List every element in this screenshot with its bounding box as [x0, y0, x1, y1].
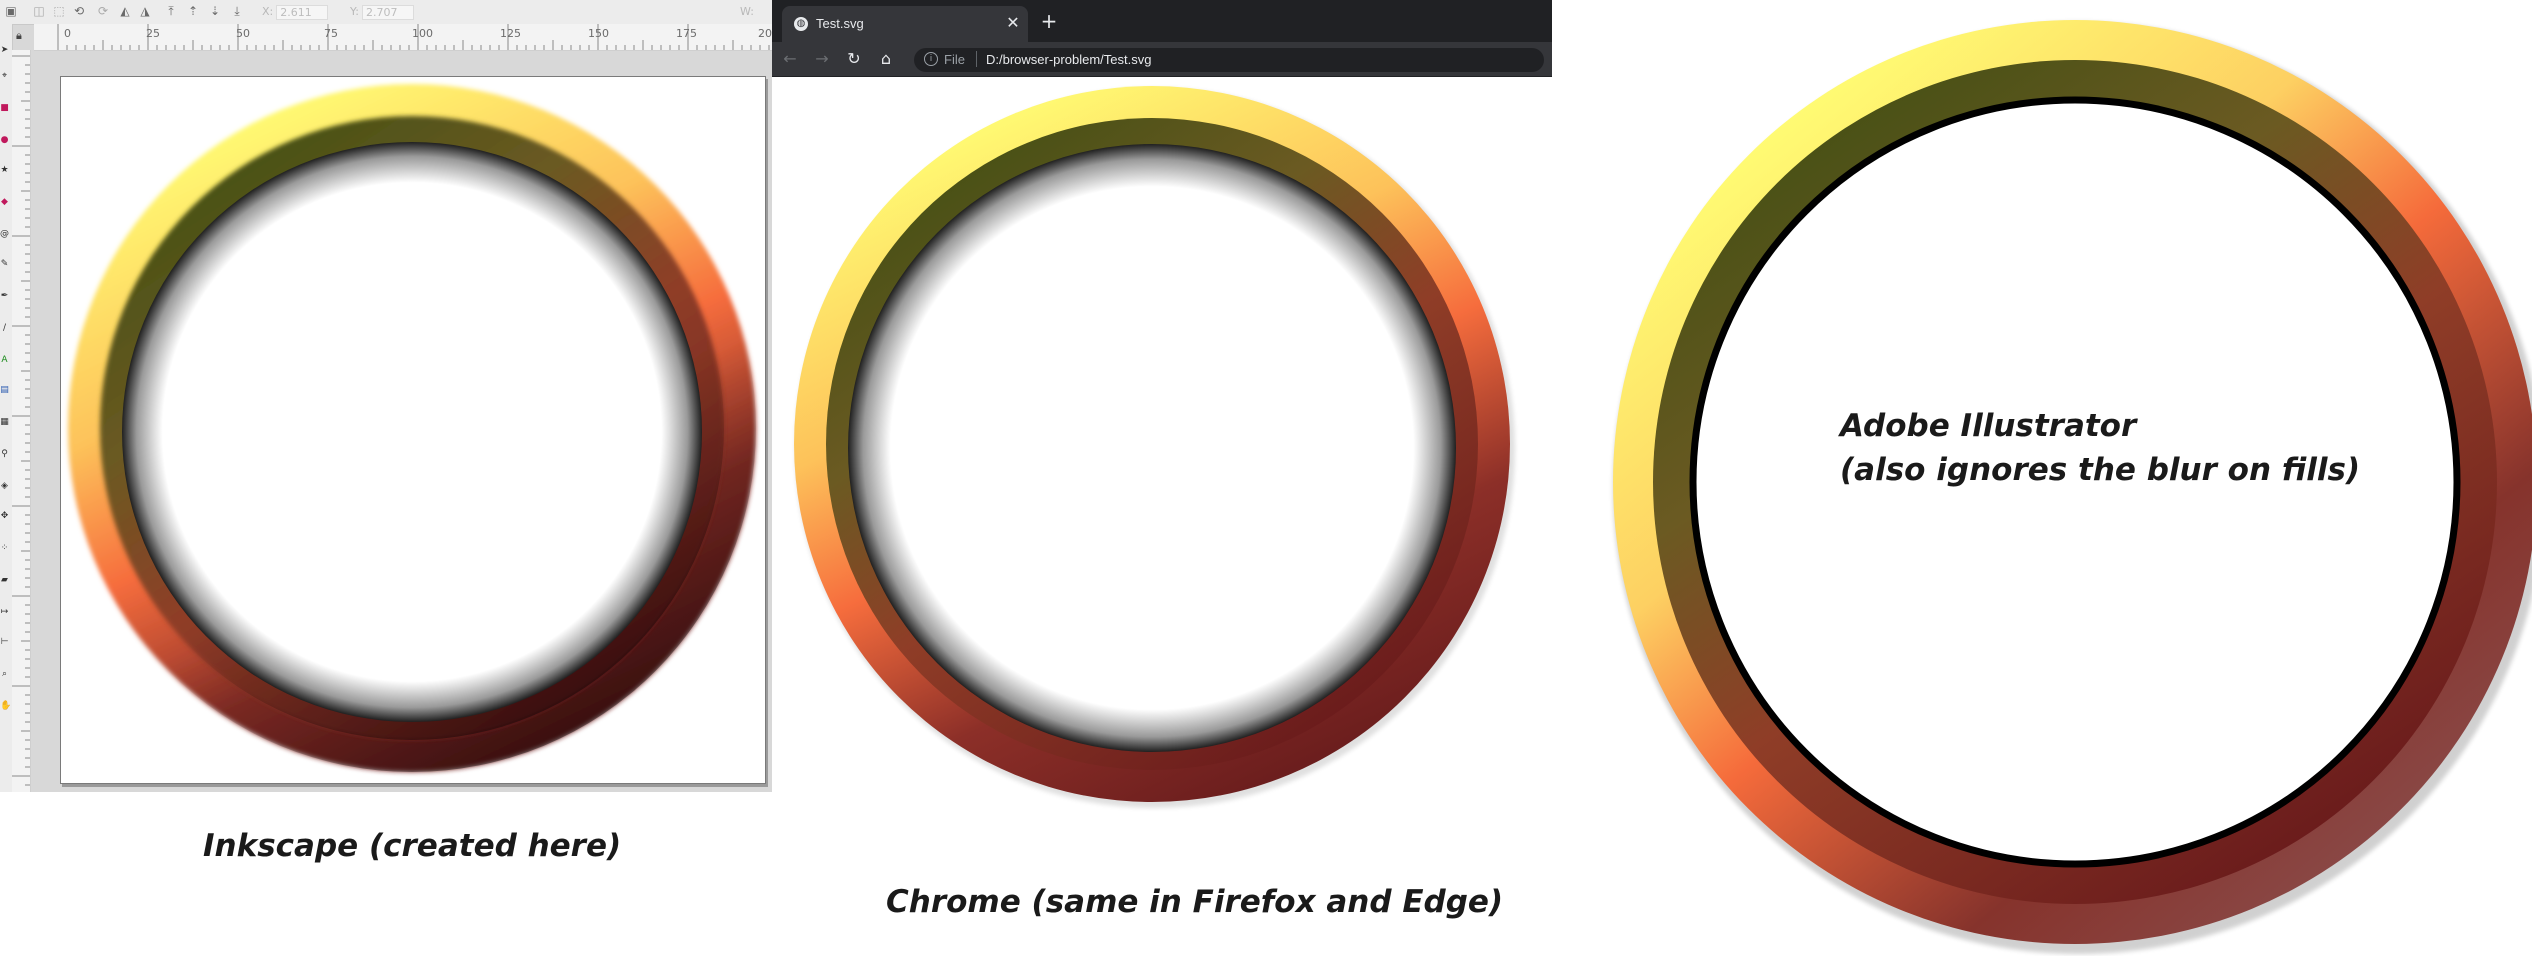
raise-icon[interactable]: ⇡	[186, 4, 200, 18]
tab-strip: ◍ Test.svg ✕ +	[772, 0, 1552, 42]
spiral-tool-icon[interactable]: @	[0, 230, 9, 239]
x-label: X:	[262, 5, 274, 18]
y-field: Y: 2.707	[350, 3, 414, 20]
node-tool-icon[interactable]: ⌖	[0, 72, 9, 81]
eraser-tool-icon[interactable]: ▰	[0, 576, 9, 585]
zoom-tool-icon[interactable]: ⌕	[0, 670, 9, 679]
gradient-tool-icon[interactable]: ▤	[0, 386, 9, 395]
chrome-caption: Chrome (same in Firefox and Edge)	[886, 884, 1504, 920]
pencil-tool-icon[interactable]: ✎	[0, 260, 9, 269]
ruler-number: 75	[324, 27, 338, 40]
inkscape-ring-render[interactable]	[60, 76, 764, 782]
x-input[interactable]: 2.611	[276, 4, 329, 20]
flip-vertical-icon[interactable]: ◮	[138, 4, 152, 18]
info-icon[interactable]: i	[924, 52, 938, 66]
mesh-tool-icon[interactable]: ▦	[0, 418, 9, 427]
selector-tool-icon[interactable]: ➤	[0, 46, 9, 55]
illustrator-render: Adobe Illustrator (also ignores the blur…	[1552, 0, 2532, 956]
address-scheme: File	[944, 52, 965, 67]
w-label: W:	[740, 5, 754, 18]
ruler-ticks	[12, 55, 30, 786]
w-field: W:	[740, 3, 754, 20]
calligraphy-tool-icon[interactable]: ∕	[0, 324, 9, 333]
chrome-ring-render[interactable]	[772, 77, 1552, 876]
select-in-all-layers-icon[interactable]: ◫	[32, 4, 46, 18]
ruler-ticks	[57, 24, 770, 50]
guide-lock-icon[interactable]: 🔒︎	[16, 30, 28, 44]
pen-tool-icon[interactable]: ✒	[0, 292, 9, 301]
ruler-number: 50	[236, 27, 250, 40]
y-input[interactable]: 2.707	[361, 4, 414, 20]
tweak-tool-icon[interactable]: ✥	[0, 512, 9, 521]
ruler-number: 100	[412, 27, 433, 40]
select-all-icon[interactable]: ▣	[4, 4, 18, 18]
spray-tool-icon[interactable]: ⁘	[0, 544, 9, 553]
ruler-number: 25	[146, 27, 160, 40]
star-tool-icon[interactable]: ★	[0, 166, 9, 175]
paint-bucket-tool-icon[interactable]: ◈	[0, 482, 9, 491]
reload-icon[interactable]: ↻	[844, 49, 864, 69]
forward-icon[interactable]: →	[812, 49, 832, 69]
address-separator	[976, 51, 977, 67]
measure-tool-icon[interactable]: ⊢	[0, 638, 9, 647]
lower-icon[interactable]: ⇣	[208, 4, 222, 18]
browser-toolbar: ← → ↻ ⌂ i File D:/browser-problem/Test.s…	[772, 42, 1552, 77]
raise-to-top-icon[interactable]: ⤒	[164, 4, 178, 18]
deselect-icon[interactable]: ⬚	[52, 4, 66, 18]
flip-horizontal-icon[interactable]: ◭	[118, 4, 132, 18]
ellipse-tool-icon[interactable]: ●	[0, 136, 9, 145]
dropper-tool-icon[interactable]: ⚲	[0, 450, 9, 459]
rect-tool-icon[interactable]: ■	[0, 104, 9, 113]
x-field: X: 2.611	[262, 3, 329, 20]
connector-tool-icon[interactable]: ↦	[0, 608, 9, 617]
address-bar[interactable]: i File D:/browser-problem/Test.svg	[914, 48, 1544, 72]
ruler-number: 175	[676, 27, 697, 40]
rotate-cw-icon[interactable]: ⟳	[96, 4, 110, 18]
y-label: Y:	[350, 5, 359, 18]
illustrator-label-note: (also ignores the blur on fills)	[1840, 452, 2361, 488]
address-url[interactable]: D:/browser-problem/Test.svg	[986, 52, 1151, 67]
inkscape-toolbar: ▣ ◫ ⬚ ⟲ ⟳ ◭ ◮ ⤒ ⇡ ⇣ ⤓ X: 2.611 Y: 2.707 W:	[0, 0, 772, 25]
inkscape-window: ▣ ◫ ⬚ ⟲ ⟳ ◭ ◮ ⤒ ⇡ ⇣ ⤓ X: 2.611 Y: 2.707 W:…	[0, 0, 772, 792]
vertical-ruler	[12, 50, 31, 792]
ruler-number: 20	[758, 27, 772, 40]
ruler-number: 0	[64, 27, 71, 40]
close-tab-icon[interactable]: ✕	[1004, 14, 1022, 32]
new-tab-icon[interactable]: +	[1038, 10, 1060, 32]
pan-tool-icon[interactable]: ✋	[0, 702, 11, 711]
inkscape-caption: Inkscape (created here)	[203, 828, 622, 864]
tab-test-svg[interactable]: ◍ Test.svg ✕	[782, 6, 1028, 42]
back-icon[interactable]: ←	[780, 49, 800, 69]
home-icon[interactable]: ⌂	[876, 49, 896, 69]
chrome-window: ◍ Test.svg ✕ + ← → ↻ ⌂ i File D:/browser…	[772, 0, 1552, 876]
3d-box-tool-icon[interactable]: ◆	[0, 198, 9, 207]
ruler-number: 125	[500, 27, 521, 40]
globe-icon: ◍	[794, 17, 808, 31]
horizontal-ruler: 0 25 50 75 100 125 150 175 20	[34, 24, 772, 51]
ruler-number: 150	[588, 27, 609, 40]
rotate-ccw-icon[interactable]: ⟲	[72, 4, 86, 18]
illustrator-label-title: Adobe Illustrator	[1840, 408, 2137, 444]
tab-title: Test.svg	[816, 16, 864, 31]
lower-to-bottom-icon[interactable]: ⤓	[230, 4, 244, 18]
text-tool-icon[interactable]: A	[0, 356, 9, 365]
